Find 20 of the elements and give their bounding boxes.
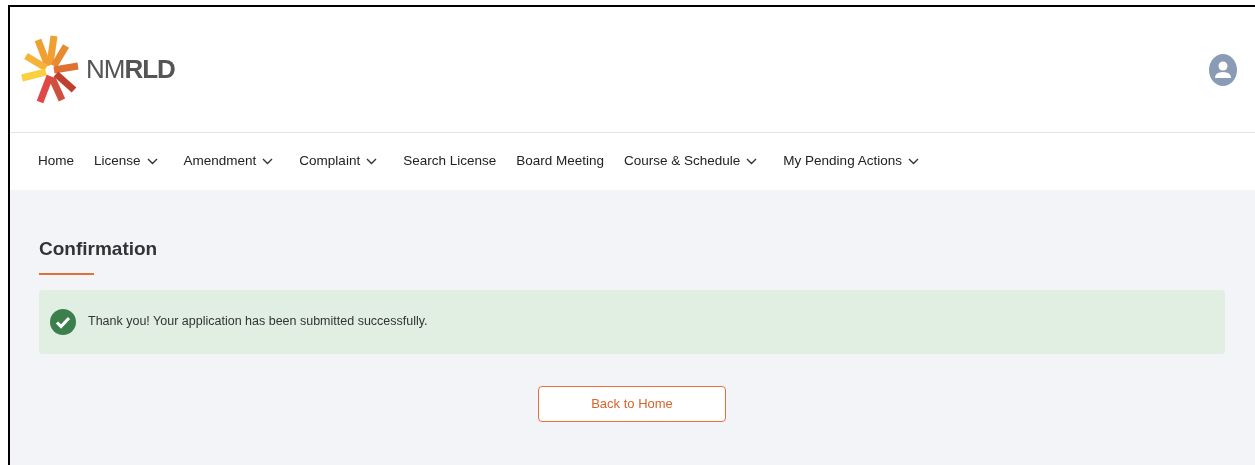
user-avatar-icon[interactable] bbox=[1209, 53, 1237, 86]
logo-text: NMRLD bbox=[86, 53, 175, 86]
alert-message: Thank you! Your application has been submitted successfully. bbox=[88, 313, 428, 331]
nav-link[interactable]: My Pending Actions bbox=[773, 151, 929, 172]
nav-link[interactable]: Amendment bbox=[173, 151, 284, 172]
nav-link[interactable]: Home bbox=[28, 151, 84, 172]
chevron-down-icon bbox=[746, 158, 758, 165]
nav-link[interactable]: Complaint bbox=[289, 151, 388, 172]
nav-link[interactable]: Course & Schedule bbox=[614, 151, 768, 172]
chevron-down-icon bbox=[146, 158, 158, 165]
chevron-down-icon bbox=[907, 158, 919, 165]
back-to-home-button[interactable]: Back to Home bbox=[538, 385, 726, 422]
nav-link[interactable]: License bbox=[84, 151, 168, 172]
chevron-down-icon bbox=[262, 158, 274, 165]
nav-link[interactable]: Board Meeting bbox=[506, 151, 614, 172]
chevron-down-icon bbox=[366, 158, 378, 165]
page-title: Confirmation bbox=[39, 238, 159, 261]
title-underline bbox=[39, 272, 94, 275]
nav-link[interactable]: Search License bbox=[393, 151, 507, 172]
checkmark-icon bbox=[50, 308, 76, 335]
